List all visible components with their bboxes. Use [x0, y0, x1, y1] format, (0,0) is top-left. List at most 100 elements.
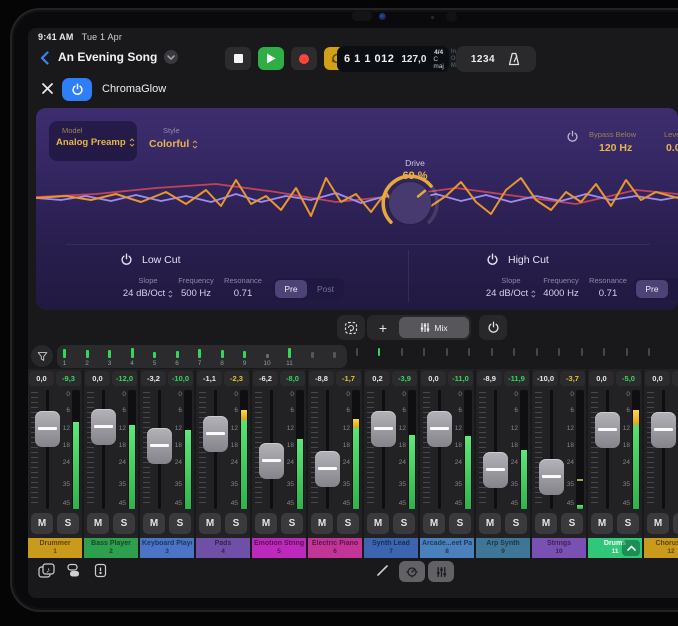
level-label: Leve: [664, 130, 678, 139]
bypass-power-icon[interactable]: [566, 130, 579, 143]
mute-button[interactable]: M: [311, 513, 333, 534]
post-button[interactable]: Post: [670, 280, 678, 298]
stop-button[interactable]: [225, 47, 251, 70]
volume-fader[interactable]: [483, 452, 508, 488]
mix-button[interactable]: Mix: [399, 317, 469, 338]
count-in-button[interactable]: 1234: [471, 54, 495, 65]
track-name-tab[interactable]: Arp Synth 9: [476, 538, 530, 558]
metronome-icon[interactable]: [507, 52, 521, 66]
mute-button[interactable]: M: [255, 513, 277, 534]
track-number: 10: [555, 548, 562, 556]
high-cut-resonance-value[interactable]: 0.71: [599, 288, 618, 299]
solo-button[interactable]: S: [57, 513, 79, 534]
level-value[interactable]: 0.0: [666, 142, 678, 154]
loops-button[interactable]: [337, 315, 365, 340]
close-icon[interactable]: [41, 82, 54, 100]
track-name: Arp Synth: [486, 540, 519, 548]
volume-fader[interactable]: [595, 412, 620, 448]
volume-fader[interactable]: [35, 411, 60, 447]
mute-button[interactable]: M: [199, 513, 221, 534]
solo-button[interactable]: S: [673, 513, 678, 534]
mute-button[interactable]: M: [423, 513, 445, 534]
solo-button[interactable]: S: [225, 513, 247, 534]
volume-fader[interactable]: [427, 411, 452, 447]
back-chevron-icon[interactable]: [40, 51, 49, 70]
low-cut-slope-value[interactable]: 24 dB/Oct: [123, 288, 173, 299]
high-cut-slope-value[interactable]: 24 dB/Oct: [486, 288, 536, 299]
pre-button[interactable]: Pre: [275, 280, 307, 298]
solo-button[interactable]: S: [169, 513, 191, 534]
track-name: Electric Piano: [312, 540, 358, 548]
mute-button[interactable]: M: [535, 513, 557, 534]
track-name-tab[interactable]: Drums 11: [588, 538, 642, 558]
low-cut-power-icon[interactable]: [120, 253, 133, 266]
track-name-tab[interactable]: Keyboard Player 3: [140, 538, 194, 558]
volume-fader[interactable]: [259, 443, 284, 479]
high-cut-frequency-value[interactable]: 4000 Hz: [543, 288, 578, 299]
track-name-tab[interactable]: Bass Player 2: [84, 538, 138, 558]
track-name-tab[interactable]: Chorus V 12: [644, 538, 678, 558]
volume-fader[interactable]: [203, 416, 228, 452]
post-button[interactable]: Post: [309, 280, 342, 298]
mixer-overview[interactable]: 1234567891011: [57, 345, 347, 368]
fader-scale-label: 0: [336, 391, 350, 398]
volume-fader[interactable]: [147, 428, 172, 464]
track-name-tab[interactable]: Emotion Strings 5: [252, 538, 306, 558]
plugins-icon[interactable]: [94, 563, 107, 583]
drive-knob[interactable]: [377, 170, 443, 236]
solo-button[interactable]: S: [561, 513, 583, 534]
fader-ruler: [311, 392, 318, 507]
overview-track-number: 1: [63, 360, 67, 367]
record-button[interactable]: [291, 47, 317, 70]
solo-button[interactable]: S: [505, 513, 527, 534]
collapse-chevron-button[interactable]: [622, 540, 640, 556]
volume-fader[interactable]: [539, 459, 564, 495]
filter-button[interactable]: [31, 345, 53, 367]
browser-icon[interactable]: [66, 563, 81, 583]
low-cut-resonance-value[interactable]: 0.71: [234, 288, 253, 299]
mute-button[interactable]: M: [479, 513, 501, 534]
mute-button[interactable]: M: [87, 513, 109, 534]
solo-button[interactable]: S: [617, 513, 639, 534]
mute-button[interactable]: M: [591, 513, 613, 534]
track-name-tab[interactable]: Electric Piano 6: [308, 538, 362, 558]
smart-controls-button[interactable]: [399, 561, 425, 582]
high-cut-title: High Cut: [508, 254, 549, 266]
pre-button[interactable]: Pre: [636, 280, 668, 298]
add-track-button[interactable]: +: [367, 315, 399, 340]
mute-button[interactable]: M: [31, 513, 53, 534]
low-cut-frequency-label: Frequency: [178, 276, 213, 285]
track-name-tab[interactable]: Synth Lead 7: [364, 538, 418, 558]
solo-button[interactable]: S: [113, 513, 135, 534]
track-name-tab[interactable]: Strings 10: [532, 538, 586, 558]
low-cut-frequency-value[interactable]: 500 Hz: [181, 288, 211, 299]
play-button[interactable]: [258, 47, 284, 70]
mute-button[interactable]: M: [143, 513, 165, 534]
plugin-power-button[interactable]: [62, 78, 92, 101]
solo-button[interactable]: S: [337, 513, 359, 534]
style-value[interactable]: Colorful: [149, 138, 198, 150]
track-name-tab[interactable]: Arcade...eet Pad 8: [420, 538, 474, 558]
volume-fader[interactable]: [315, 451, 340, 487]
mixer-toggle-button[interactable]: [428, 561, 454, 582]
volume-fader[interactable]: [371, 411, 396, 447]
track-name-tab[interactable]: Drummer 1: [28, 538, 82, 558]
pencil-icon[interactable]: [376, 564, 389, 582]
solo-button[interactable]: S: [281, 513, 303, 534]
solo-button[interactable]: S: [449, 513, 471, 534]
bypass-below-value[interactable]: 120 Hz: [599, 142, 632, 154]
mute-button[interactable]: M: [647, 513, 669, 534]
lcd-display[interactable]: 6 1 1 012 127,0 4/4 C maj In Out MIDI: [337, 46, 449, 72]
fader-scale-label: 45: [560, 500, 574, 507]
song-title-menu[interactable]: An Evening Song: [58, 50, 178, 64]
loop-browser-icon[interactable]: ♪: [38, 563, 55, 583]
model-value[interactable]: Analog Preamp: [56, 137, 135, 148]
solo-button[interactable]: S: [393, 513, 415, 534]
high-cut-power-icon[interactable]: [486, 253, 499, 266]
mixer-power-button[interactable]: [479, 315, 507, 340]
track-name-tab[interactable]: Pads 4: [196, 538, 250, 558]
volume-fader[interactable]: [651, 412, 676, 448]
mute-button[interactable]: M: [367, 513, 389, 534]
volume-fader[interactable]: [91, 409, 116, 445]
track-name: Chorus V: [655, 540, 678, 548]
